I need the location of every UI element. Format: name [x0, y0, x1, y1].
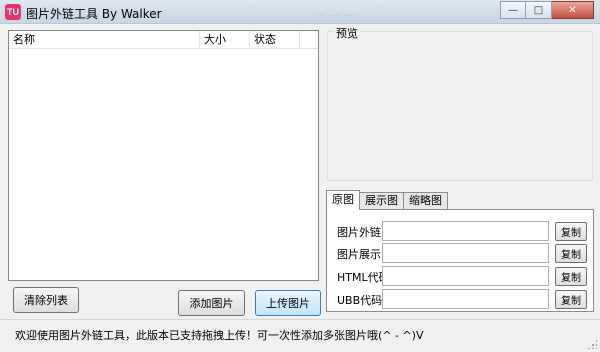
copy-html-code-button[interactable]: 复制: [555, 267, 587, 286]
copy-image-display-button[interactable]: 复制: [555, 244, 587, 263]
file-list[interactable]: 名称 大小 状态: [8, 30, 319, 281]
file-list-header: 名称 大小 状态: [9, 31, 318, 49]
html-code-field[interactable]: [382, 266, 549, 286]
app-icon: TU: [5, 4, 21, 20]
image-display-field[interactable]: [382, 243, 549, 263]
link-row-html-code: HTML代码 复制: [327, 265, 593, 287]
column-header-name[interactable]: 名称: [9, 31, 199, 49]
image-url-label: 图片外链: [337, 226, 381, 239]
tab-thumbnail[interactable]: 缩略图: [403, 192, 448, 210]
copy-image-url-button[interactable]: 复制: [555, 222, 587, 241]
copy-ubb-code-button[interactable]: 复制: [555, 290, 587, 309]
column-header-size[interactable]: 大小: [199, 31, 249, 49]
main-window: TU 图片外链工具 By Walker ... ... ... — □ ✕ 名称…: [0, 0, 600, 352]
ubb-code-field[interactable]: [382, 289, 549, 309]
window-title: 图片外链工具 By Walker: [26, 7, 162, 21]
link-row-image-display: 图片展示 复制: [327, 242, 593, 264]
status-message: 欢迎使用图片外链工具，此版本已支持拖拽上传！可一次性添加多张图片哦(^ - ^)…: [15, 329, 424, 342]
upload-image-button[interactable]: 上传图片: [255, 290, 321, 316]
tab-original[interactable]: 原图: [326, 190, 360, 210]
minimize-button[interactable]: —: [500, 1, 526, 19]
maximize-button[interactable]: □: [526, 1, 552, 19]
link-row-ubb-code: UBB代码 复制: [327, 288, 593, 310]
image-type-tabs: 原图 展示图 缩略图: [326, 190, 448, 210]
column-header-filler: [299, 31, 319, 49]
link-row-image-url: 图片外链 复制: [327, 220, 593, 242]
add-image-button[interactable]: 添加图片: [178, 290, 245, 316]
image-display-label: 图片展示: [337, 248, 381, 261]
status-bar: 欢迎使用图片外链工具，此版本已支持拖拽上传！可一次性添加多张图片哦(^ - ^)…: [0, 319, 600, 352]
title-bar[interactable]: TU 图片外链工具 By Walker ... ... ... — □ ✕: [0, 0, 600, 24]
close-button[interactable]: ✕: [552, 1, 594, 19]
window-controls: — □ ✕: [500, 1, 594, 19]
preview-label: 预览: [334, 25, 360, 41]
image-url-field[interactable]: [382, 221, 549, 241]
tab-panel: 图片外链 复制 图片展示 复制 HTML代码 复制 UBB代码 复制: [326, 209, 594, 312]
tab-display[interactable]: 展示图: [359, 192, 404, 210]
resize-grip-icon[interactable]: [587, 339, 597, 349]
column-header-status[interactable]: 状态: [249, 31, 299, 49]
ubb-code-label: UBB代码: [337, 294, 383, 307]
background-title-text: ... ... ...: [315, 6, 354, 19]
preview-panel: 预览: [327, 25, 593, 181]
clear-list-button[interactable]: 清除列表: [13, 287, 79, 313]
